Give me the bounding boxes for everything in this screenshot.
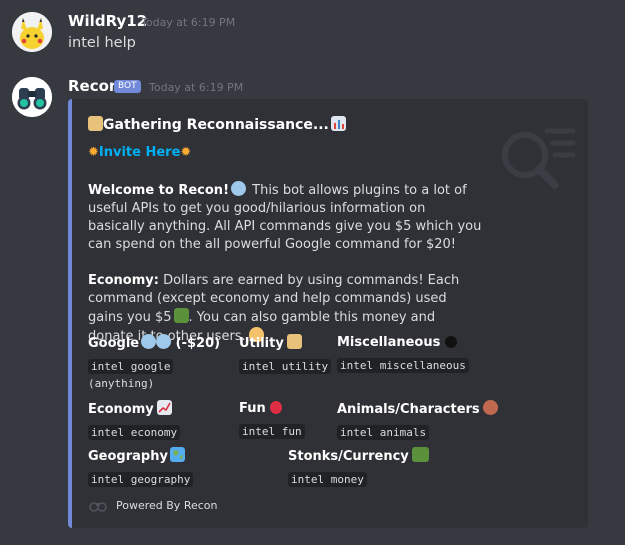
scroll-icon [286,334,302,349]
timestamp: Today at 6:19 PM [141,16,236,29]
command-code: intel utility [239,359,332,374]
field-name: Economy [88,402,154,417]
author-name[interactable]: Recon [68,77,120,95]
magnifier-icon [156,334,172,349]
embed-card: Gathering Reconnaissance... ✹Invite Here… [68,99,588,528]
embed-title-text: Gathering Reconnaissance... [103,117,329,133]
bar-chart-icon [330,116,346,131]
binoculars-avatar[interactable] [12,77,52,117]
chart-up-icon [156,400,172,415]
balloon-icon [269,401,282,414]
command-code: intel economy [88,425,181,440]
money-icon [411,447,429,462]
embed-footer: Powered By Recon [88,495,217,515]
field-miscellaneous: Miscellaneous intel miscellaneous [337,334,469,376]
author-name[interactable]: WildRy12 [68,12,147,30]
field-extra: (-$20) [175,336,221,351]
economy-heading: Economy: [88,273,159,288]
field-name: Fun [239,401,266,416]
field-utility: Utility intel utility [239,334,332,377]
timestamp: Today at 6:19 PM [149,81,244,94]
command-code: intel google [88,359,174,374]
field-name: Geography [88,449,168,464]
field-geography: Geography intel geography [88,447,194,490]
field-economy: Economy intel economy [88,400,181,443]
monkey-icon [482,400,498,415]
magnifier-icon [231,181,246,196]
map-icon [169,447,185,462]
field-name: Utility [239,336,284,351]
field-animals-characters: Animals/Characters intel animals [337,400,498,443]
command-code: intel animals [337,425,430,440]
magnifier-thumbnail-icon [497,119,577,199]
embed-title: Gathering Reconnaissance... [88,116,346,133]
invite-link[interactable]: ✹Invite Here✹ [88,145,191,160]
command-arg: (anything) [88,377,155,390]
field-name: Google [88,336,140,351]
bot-badge: BOT [114,80,141,93]
pikachu-avatar[interactable] [12,12,52,52]
sparkle-icon: ✹ [180,145,192,160]
message-text: intel help [68,35,136,51]
field-name: Animals/Characters [337,402,480,417]
footer-binoculars-icon [88,495,108,515]
footer-text: Powered By Recon [116,498,218,512]
scroll-icon [88,116,103,131]
welcome-heading: Welcome to Recon! [88,183,229,198]
invite-link-text[interactable]: Invite Here [99,145,181,160]
embed-description: Welcome to Recon! This bot allows plugin… [88,181,483,346]
command-code: intel miscellaneous [337,358,469,373]
field-stonks-currency: Stonks/Currency intel money [288,447,429,490]
field-name: Miscellaneous [337,335,441,350]
magnifier-icon [141,334,157,349]
dollar-bills-icon [173,308,189,323]
sparkle-icon: ✹ [88,145,99,160]
field-google: Google (-$20) intel google (anything) [88,334,220,390]
command-code: intel money [288,472,367,487]
command-code: intel geography [88,472,194,487]
field-name: Stonks/Currency [288,449,409,464]
eight-ball-icon [445,336,458,348]
command-code: intel fun [239,424,305,439]
field-fun: Fun intel fun [239,400,305,442]
